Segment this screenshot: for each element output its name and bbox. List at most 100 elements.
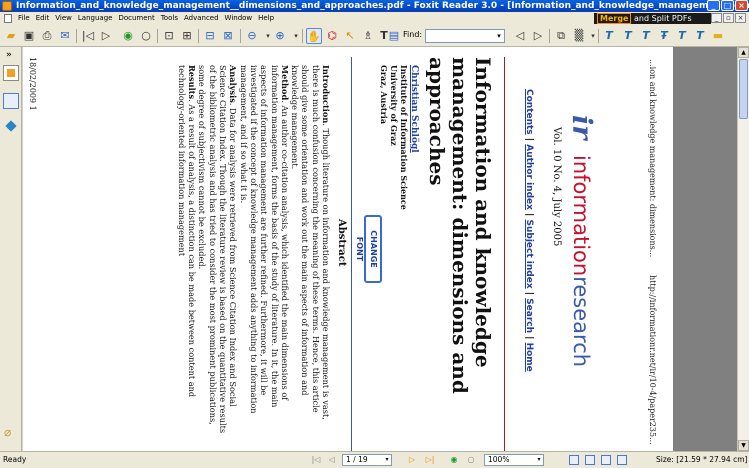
toolbar-separator (157, 29, 158, 43)
zoom-level-input[interactable]: 100% ▾ (484, 454, 544, 466)
search-link[interactable]: Search (524, 298, 534, 333)
maximize-button[interactable]: □ (721, 0, 734, 11)
snapshot-icon[interactable]: ▤ (386, 28, 402, 44)
vertical-scrollbar[interactable]: ▲ ▼ (737, 47, 749, 451)
menu-document[interactable]: Document (118, 12, 154, 25)
scroll-up-icon[interactable]: ▲ (738, 47, 749, 58)
save-icon[interactable]: ▣ (21, 28, 37, 44)
facing-layout-icon[interactable] (601, 455, 611, 465)
page-number-input[interactable]: 1 / 19 ▾ (342, 454, 392, 466)
menu-language[interactable]: Language (78, 12, 113, 25)
status-bar: Ready |◁ ◁ 1 / 19 ▾ ▷ ▷| ◉ ○ 100% ▾ Size… (0, 451, 749, 468)
menu-edit[interactable]: Edit (36, 12, 50, 25)
select-text-icon[interactable]: ⌬ (324, 28, 340, 44)
typewriter-text-icon[interactable]: T (601, 28, 617, 44)
zoom-out-icon[interactable]: ⊖ (244, 28, 260, 44)
toolbar: ▰ ▣ ⎙ ✉ |◁ ▷ ◉ ○ ⊡ ⊞ ⊟ ⊠ ⊖ ▾ ⊕ ▾ ✋ ⌬ ↖ ♗… (0, 25, 749, 47)
text-box-icon[interactable]: T (620, 28, 636, 44)
menu-tools[interactable]: Tools (161, 12, 178, 25)
find-previous-icon[interactable]: ◁ (512, 28, 528, 44)
author-index-link[interactable]: Author index (524, 144, 534, 210)
layers-panel-icon[interactable] (3, 93, 19, 109)
pages-panel-icon[interactable] (3, 65, 19, 81)
find-next-icon[interactable]: ▷ (530, 28, 546, 44)
menu-items: File Edit View Language Document Tools A… (4, 12, 274, 25)
menu-window[interactable]: Window (225, 12, 253, 25)
continuous-page-icon[interactable]: ⊞ (179, 28, 195, 44)
nav-separator: | (524, 333, 534, 343)
doc-close-button[interactable]: × (735, 13, 746, 23)
toolbar-separator (302, 29, 303, 43)
menu-file[interactable]: File (18, 12, 30, 25)
find-dropdown-icon[interactable]: ▾ (494, 30, 504, 42)
author-affiliation: Institute of Information Science Univers… (379, 65, 409, 210)
foxit-app-icon[interactable] (2, 1, 12, 11)
scroll-thumb[interactable] (739, 59, 748, 119)
single-page-layout-icon[interactable] (569, 455, 579, 465)
abstract-method: Method. An author co-citation analysis, … (238, 65, 290, 414)
document-view[interactable]: ...ion and knowledge management: dimensi… (23, 47, 737, 451)
back-view-icon[interactable]: ○ (465, 454, 477, 466)
close-button[interactable]: × (735, 0, 748, 11)
home-link[interactable]: Home (524, 343, 534, 372)
menu-help[interactable]: Help (258, 12, 274, 25)
page-thumbnail-icon[interactable]: ⧉ (553, 28, 569, 44)
document-menu-icon[interactable] (4, 14, 12, 23)
continuous-layout-icon[interactable] (585, 455, 595, 465)
page-dropdown-icon[interactable]: ▾ (383, 455, 391, 465)
subject-index-link[interactable]: Subject index (524, 219, 534, 288)
go-back-icon[interactable]: ○ (138, 28, 154, 44)
callout-text-icon[interactable]: T (638, 28, 654, 44)
insert-text-icon[interactable]: Ŧ (656, 28, 672, 44)
abstract-heading: Abstract (336, 219, 347, 267)
minimize-button[interactable]: _ (707, 0, 720, 11)
page-header-title: ...ion and knowledge management: dimensi… (648, 59, 657, 258)
toolbar-separator (598, 29, 599, 43)
merge-label: Merge (597, 13, 632, 24)
journal-nav-links: Contents | Author index | Subject index … (524, 89, 534, 372)
previous-page-button-icon[interactable]: ◁ (326, 454, 338, 466)
replace-text-icon[interactable]: T (674, 28, 690, 44)
email-icon[interactable]: ✉ (57, 28, 73, 44)
note-icon[interactable]: ▬ (710, 28, 726, 44)
binoculars-search-icon[interactable]: ♗ (360, 28, 376, 44)
hand-tool-icon[interactable]: ✋ (306, 28, 322, 44)
merge-rest-label: and Split PDFs (631, 14, 692, 23)
author-link[interactable]: Christian Schlögl (409, 65, 419, 153)
scroll-down-icon[interactable]: ▼ (738, 440, 749, 451)
highlight-text-icon[interactable]: T (692, 28, 708, 44)
find-label: Find: (403, 30, 423, 39)
abstract-analysis: Analysis. Data for analysis were retriev… (197, 65, 239, 434)
abstract-body: Introduction. Though literature on infor… (177, 65, 331, 437)
abstract-introduction: Introduction. Though literature on infor… (290, 65, 331, 420)
next-page-button-icon[interactable]: ▷ (406, 454, 418, 466)
panel-collapse-icon[interactable]: » (6, 50, 12, 60)
previous-page-icon[interactable]: ▷ (98, 28, 114, 44)
attachments-paperclip-icon[interactable]: ⌀ (4, 425, 16, 441)
find-input[interactable]: ▾ (425, 29, 505, 43)
annotation-arrow-icon[interactable]: ↖ (342, 28, 358, 44)
contents-link[interactable]: Contents (524, 89, 534, 135)
print-icon[interactable]: ⎙ (39, 28, 55, 44)
open-folder-icon[interactable]: ▰ (3, 28, 19, 44)
menu-view[interactable]: View (55, 12, 72, 25)
last-page-button-icon[interactable]: ▷| (424, 454, 436, 466)
first-page-button-icon[interactable]: |◁ (310, 454, 322, 466)
single-page-icon[interactable]: ⊡ (161, 28, 177, 44)
fit-page-icon[interactable]: ⊠ (220, 28, 236, 44)
rotated-page-content: ...ion and knowledge management: dimensi… (23, 47, 669, 451)
doc-minimize-button[interactable]: _ (711, 13, 722, 23)
continuous-facing-layout-icon[interactable] (617, 455, 627, 465)
change-font-button[interactable]: CHANGE FONT (355, 215, 382, 283)
zoom-in-icon[interactable]: ⊕ (272, 28, 288, 44)
go-forward-icon[interactable]: ◉ (120, 28, 136, 44)
fit-width-icon[interactable]: ⊟ (202, 28, 218, 44)
zoom-dropdown-icon[interactable]: ▾ (535, 455, 543, 465)
first-page-icon[interactable]: |◁ (80, 28, 96, 44)
window-title: Information_and_knowledge_management__di… (16, 1, 749, 11)
forward-view-icon[interactable]: ◉ (448, 454, 460, 466)
doc-restore-button[interactable]: ▫ (723, 13, 734, 23)
bookmarks-panel-icon[interactable] (3, 119, 19, 135)
menu-advanced[interactable]: Advanced (184, 12, 219, 25)
merge-split-ad-banner[interactable]: Merge and Split PDFs (594, 13, 711, 24)
